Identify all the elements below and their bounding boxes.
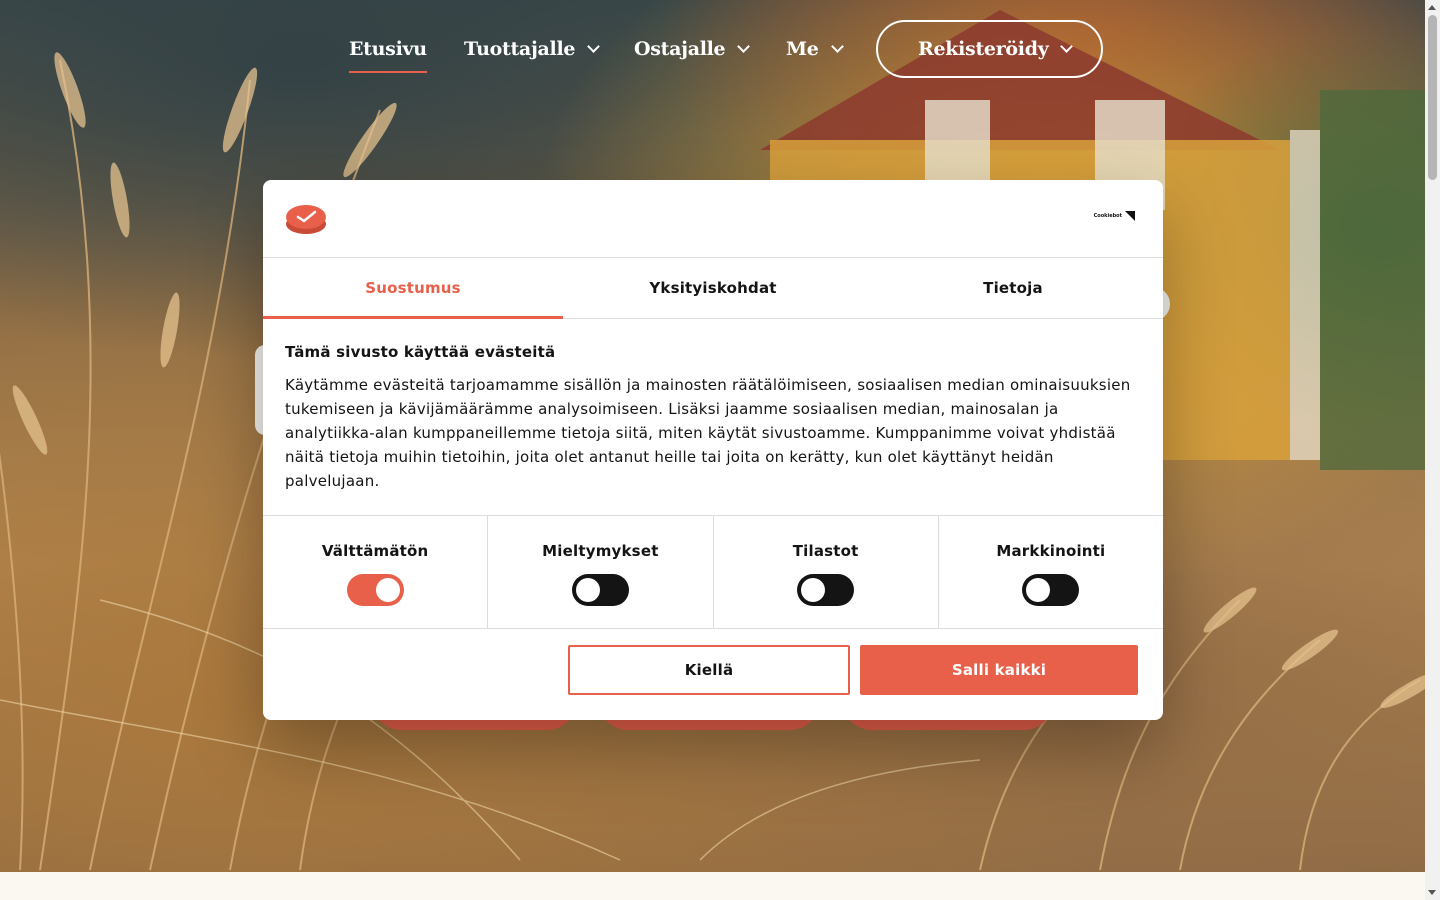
main-navigation: Etusivu Tuottajalle Ostajalle Me Rekiste… — [0, 20, 1425, 78]
consent-category-valttamaton: Välttämätön — [263, 516, 489, 628]
scroll-up-icon[interactable] — [1428, 5, 1436, 10]
site-logo-icon — [286, 205, 326, 234]
deny-button[interactable]: Kiellä — [568, 645, 850, 695]
dialog-heading: Tämä sivusto käyttää evästeitä — [285, 343, 556, 361]
cookiebot-arrow-icon — [1125, 211, 1135, 221]
consent-category-label: Mieltymykset — [542, 542, 659, 560]
consent-categories: Välttämätön Mieltymykset Tilastot Markki… — [263, 515, 1163, 629]
register-label: Rekisteröidy — [918, 38, 1049, 60]
tab-label: Tietoja — [983, 279, 1043, 297]
nav-item-tuottajalle[interactable]: Tuottajalle — [464, 20, 601, 78]
tab-yksityiskohdat[interactable]: Yksityiskohdat — [563, 258, 863, 318]
dialog-header: Cookiebot — [263, 180, 1163, 258]
consent-category-mieltymykset: Mieltymykset — [488, 516, 714, 628]
tab-label: Yksityiskohdat — [649, 279, 777, 297]
chevron-down-icon — [830, 40, 844, 53]
scroll-down-icon[interactable] — [1428, 890, 1436, 895]
dialog-body: Tämä sivusto käyttää evästeitä Käytämme … — [285, 343, 1141, 493]
tab-tietoja[interactable]: Tietoja — [863, 258, 1163, 318]
consent-category-markkinointi: Markkinointi — [939, 516, 1163, 628]
chevron-down-icon — [587, 40, 601, 53]
cookie-consent-dialog: Cookiebot Suostumus Yksityiskohdat Tieto… — [263, 180, 1163, 720]
consent-category-label: Välttämätön — [321, 542, 429, 560]
nav-item-ostajalle[interactable]: Ostajalle — [634, 20, 751, 78]
scrollbar-thumb[interactable] — [1428, 15, 1437, 180]
statistics-toggle[interactable] — [797, 574, 855, 606]
dialog-tabs: Suostumus Yksityiskohdat Tietoja — [263, 258, 1163, 319]
tab-label: Suostumus — [365, 279, 461, 297]
nav-item-label: Me — [786, 38, 819, 60]
tab-suostumus[interactable]: Suostumus — [263, 258, 563, 319]
marketing-toggle[interactable] — [1022, 574, 1080, 606]
nav-item-me[interactable]: Me — [786, 20, 844, 78]
allow-all-button-label: Salli kaikki — [951, 661, 1047, 679]
chevron-down-icon — [737, 40, 751, 53]
nav-item-etusivu[interactable]: Etusivu — [349, 20, 427, 78]
nav-item-label: Tuottajalle — [464, 38, 576, 60]
nav-item-label: Etusivu — [349, 38, 427, 60]
register-button[interactable]: Rekisteröidy — [876, 20, 1104, 78]
toggle-knob — [575, 578, 600, 602]
chevron-down-icon — [1060, 40, 1074, 53]
toggle-knob — [801, 578, 826, 602]
nav-item-label: Ostajalle — [634, 38, 726, 60]
dialog-description: Käytämme evästeitä tarjoamamme sisällön … — [285, 376, 1131, 490]
cookiebot-logo[interactable]: Cookiebot — [1094, 211, 1135, 221]
page-bottom-section — [0, 872, 1425, 900]
cookiebot-label: Cookiebot — [1093, 213, 1122, 219]
allow-all-button[interactable]: Salli kaikki — [860, 645, 1138, 695]
preferences-toggle[interactable] — [571, 574, 629, 606]
page-scrollbar[interactable] — [1425, 0, 1440, 900]
deny-button-label: Kiellä — [684, 661, 734, 679]
necessary-toggle[interactable] — [346, 574, 404, 606]
consent-category-label: Tilastot — [792, 542, 859, 560]
toggle-knob — [1026, 578, 1051, 602]
consent-category-label: Markkinointi — [996, 542, 1106, 560]
consent-category-tilastot: Tilastot — [714, 516, 939, 628]
toggle-knob — [375, 578, 400, 602]
